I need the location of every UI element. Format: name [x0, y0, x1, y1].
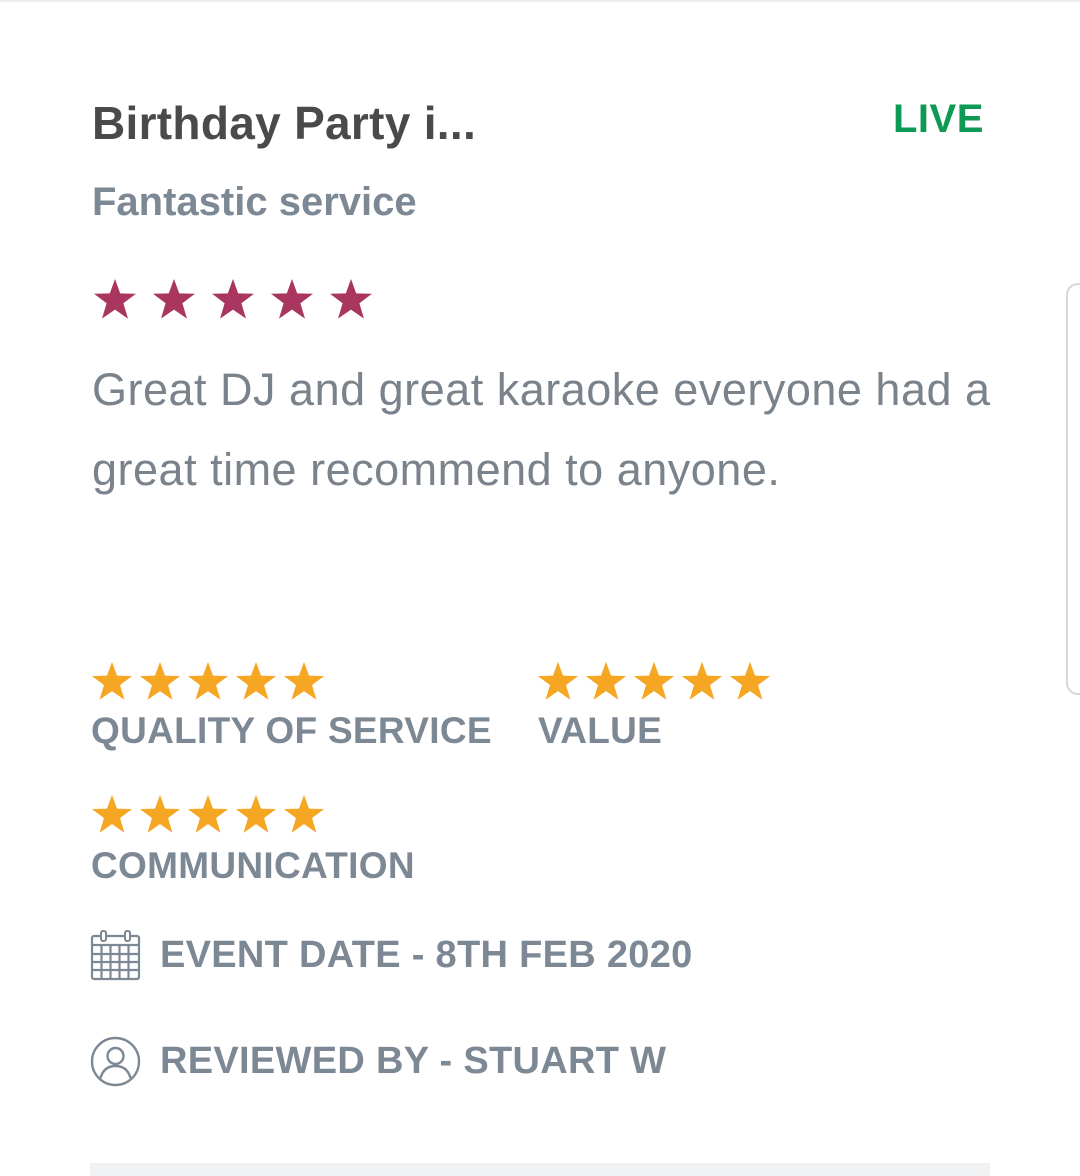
star-icon	[537, 661, 579, 700]
calendar-icon	[90, 930, 141, 981]
review-card: Birthday Party i... LIVE Fantastic servi…	[0, 0, 1080, 1176]
star-icon	[139, 794, 181, 833]
star-icon	[633, 661, 675, 700]
status-badge: LIVE	[893, 97, 984, 141]
star-icon	[187, 794, 229, 833]
star-icon	[283, 661, 325, 700]
overall-rating-stars	[91, 277, 375, 323]
star-icon	[235, 661, 277, 700]
value-label: VALUE	[538, 710, 663, 751]
star-icon	[729, 661, 771, 700]
star-icon	[283, 794, 325, 833]
star-icon	[91, 794, 133, 833]
review-body: Great DJ and great karaoke everyone had …	[92, 364, 991, 495]
quality-of-service-label: QUALITY OF SERVICE	[91, 710, 492, 751]
side-drawer-handle[interactable]	[1066, 283, 1080, 695]
value-stars	[535, 660, 773, 704]
star-icon	[271, 279, 313, 319]
next-card-edge	[90, 1163, 990, 1176]
star-icon	[153, 279, 195, 319]
event-date-text: EVENT DATE - 8TH FEB 2020	[160, 934, 693, 976]
star-icon	[212, 279, 254, 319]
star-icon	[94, 279, 136, 319]
event-date-row: EVENT DATE - 8TH FEB 2020	[90, 930, 693, 981]
communication-label: COMMUNICATION	[91, 845, 415, 886]
star-icon	[139, 661, 181, 700]
star-icon	[91, 661, 133, 700]
star-icon	[235, 794, 277, 833]
star-icon	[585, 661, 627, 700]
communication-stars	[89, 793, 327, 837]
review-headline: Fantastic service	[92, 180, 417, 224]
user-circle-icon	[90, 1036, 141, 1087]
reviewed-by-text: REVIEWED BY - STUART W	[160, 1040, 667, 1082]
star-icon	[681, 661, 723, 700]
reviewer-row: REVIEWED BY - STUART W	[90, 1036, 666, 1087]
quality-of-service-stars	[89, 660, 327, 704]
review-title[interactable]: Birthday Party i...	[92, 96, 476, 150]
star-icon	[187, 661, 229, 700]
star-icon	[330, 279, 372, 319]
